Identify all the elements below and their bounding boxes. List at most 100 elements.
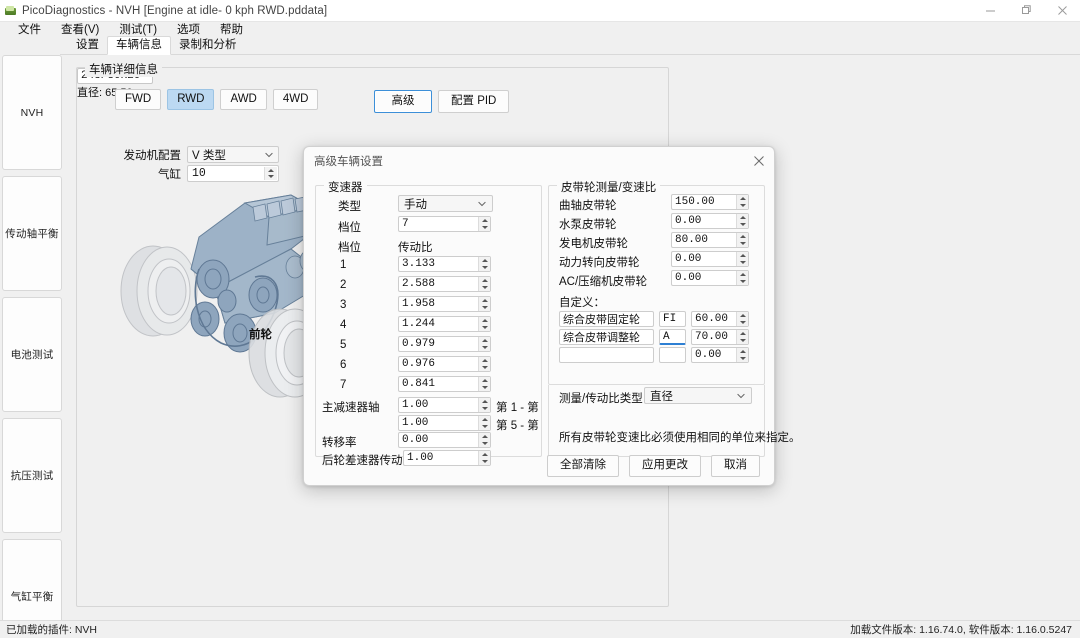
advanced-button[interactable]: 高级 xyxy=(374,90,432,113)
final-drive-field-2[interactable]: 1.00 xyxy=(398,415,491,431)
spinner-arrows[interactable] xyxy=(736,271,748,285)
spinner-down-icon[interactable] xyxy=(479,284,490,291)
spinner-down-icon[interactable] xyxy=(479,324,490,331)
spinner-up-icon[interactable] xyxy=(737,271,748,278)
spinner-up-icon[interactable] xyxy=(737,348,748,355)
spinner-down-icon[interactable] xyxy=(737,319,748,326)
custom-pulley-name-3[interactable] xyxy=(559,347,654,363)
tab-record-analyze[interactable]: 录制和分析 xyxy=(171,37,245,54)
spinner-arrows[interactable] xyxy=(736,330,748,344)
menu-help[interactable]: 帮助 xyxy=(210,22,253,38)
ratio-type-select[interactable]: 直径 xyxy=(644,387,752,404)
gear-count-spinner[interactable]: 7 xyxy=(398,216,491,232)
spinner-arrows[interactable] xyxy=(478,277,490,291)
drive-type-4wd-button[interactable]: 4WD xyxy=(272,89,319,110)
spinner-up-icon[interactable] xyxy=(479,357,490,364)
spinner-up-icon[interactable] xyxy=(479,317,490,324)
dialog-close-icon[interactable] xyxy=(744,147,774,175)
spinner-down-icon[interactable] xyxy=(737,355,748,362)
custom-pulley-code-3[interactable] xyxy=(659,347,686,363)
custom-pulley-code-2[interactable]: A xyxy=(659,329,686,345)
sidebar-item-battery-test[interactable]: 电池测试 xyxy=(2,297,62,412)
spinner-arrows[interactable] xyxy=(478,398,490,412)
spinner-up-icon[interactable] xyxy=(479,257,490,264)
water-pump-pulley-field[interactable]: 0.00 xyxy=(671,213,749,229)
gear-ratio-field-4[interactable]: 1.244 xyxy=(398,316,491,332)
spinner-up-icon[interactable] xyxy=(479,433,490,440)
spinner-up-icon[interactable] xyxy=(479,377,490,384)
menu-file[interactable]: 文件 xyxy=(8,22,51,38)
spinner-down-icon[interactable] xyxy=(737,240,748,247)
spinner-down-icon[interactable] xyxy=(737,221,748,228)
spinner-up-icon[interactable] xyxy=(479,277,490,284)
spinner-up-icon[interactable] xyxy=(737,214,748,221)
spinner-up-icon[interactable] xyxy=(737,330,748,337)
spinner-arrows[interactable] xyxy=(736,312,748,326)
spinner-arrows[interactable] xyxy=(736,195,748,209)
sidebar-item-nvh[interactable]: NVH xyxy=(2,55,62,170)
spinner-down-icon[interactable] xyxy=(737,202,748,209)
gear-ratio-field-5[interactable]: 0.979 xyxy=(398,336,491,352)
spinner-up-icon[interactable] xyxy=(737,252,748,259)
spinner-up-icon[interactable] xyxy=(737,312,748,319)
custom-pulley-name-2[interactable]: 综合皮带调整轮 xyxy=(559,329,654,345)
tab-vehicle-info[interactable]: 车辆信息 xyxy=(107,36,171,55)
drive-type-rwd-button[interactable]: RWD xyxy=(167,89,215,110)
spinner-up-icon[interactable] xyxy=(479,337,490,344)
engine-config-select[interactable]: V 类型 xyxy=(187,146,279,163)
crank-pulley-field[interactable]: 150.00 xyxy=(671,194,749,210)
close-icon[interactable] xyxy=(1044,0,1080,22)
spinner-up-icon[interactable] xyxy=(479,416,490,423)
spinner-down-icon[interactable] xyxy=(737,259,748,266)
spinner-up-icon[interactable] xyxy=(737,233,748,240)
alternator-pulley-field[interactable]: 80.00 xyxy=(671,232,749,248)
gear-ratio-field-7[interactable]: 0.841 xyxy=(398,376,491,392)
spinner-arrows[interactable] xyxy=(478,357,490,371)
spinner-up-icon[interactable] xyxy=(479,297,490,304)
cancel-button[interactable]: 取消 xyxy=(711,455,760,477)
configure-pid-button[interactable]: 配置 PID xyxy=(438,90,510,113)
ac-compressor-pulley-field[interactable]: 0.00 xyxy=(671,270,749,286)
spinner-down-icon[interactable] xyxy=(479,304,490,311)
spinner-arrows[interactable] xyxy=(478,297,490,311)
spinner-arrows[interactable] xyxy=(736,252,748,266)
spinner-down-icon[interactable] xyxy=(479,440,490,447)
spinner-arrows[interactable] xyxy=(736,348,748,362)
drive-type-awd-button[interactable]: AWD xyxy=(220,89,267,110)
gear-ratio-field-6[interactable]: 0.976 xyxy=(398,356,491,372)
gear-count-spinner-arrows[interactable] xyxy=(478,217,490,231)
spinner-up-icon[interactable] xyxy=(479,217,490,224)
spinner-down-icon[interactable] xyxy=(479,384,490,391)
power-steering-pulley-field[interactable]: 0.00 xyxy=(671,251,749,267)
drive-type-fwd-button[interactable]: FWD xyxy=(115,89,162,110)
spinner-down-icon[interactable] xyxy=(479,405,490,412)
spinner-arrows[interactable] xyxy=(736,233,748,247)
gear-ratio-field-1[interactable]: 3.133 xyxy=(398,256,491,272)
gear-ratio-field-2[interactable]: 2.588 xyxy=(398,276,491,292)
custom-pulley-code-1[interactable]: FI xyxy=(659,311,686,327)
menu-view[interactable]: 查看(V) xyxy=(51,22,109,38)
transfer-rate-field[interactable]: 0.00 xyxy=(398,432,491,448)
spinner-arrows[interactable] xyxy=(478,337,490,351)
spinner-arrows[interactable] xyxy=(478,257,490,271)
spinner-down-icon[interactable] xyxy=(479,264,490,271)
final-drive-field-1[interactable]: 1.00 xyxy=(398,397,491,413)
apply-changes-button[interactable]: 应用更改 xyxy=(629,455,701,477)
tab-settings[interactable]: 设置 xyxy=(68,37,107,54)
maximize-icon[interactable] xyxy=(1008,0,1044,22)
custom-pulley-value-field-1[interactable]: 60.00 xyxy=(691,311,749,327)
clear-all-button[interactable]: 全部清除 xyxy=(547,455,619,477)
minimize-icon[interactable] xyxy=(972,0,1008,22)
spinner-up-icon[interactable] xyxy=(737,195,748,202)
spinner-down-icon[interactable] xyxy=(479,423,490,430)
spinner-arrows[interactable] xyxy=(478,377,490,391)
transmission-type-select[interactable]: 手动 xyxy=(398,195,493,212)
spinner-down-icon[interactable] xyxy=(479,364,490,371)
menu-options[interactable]: 选项 xyxy=(167,22,210,38)
gear-ratio-field-3[interactable]: 1.958 xyxy=(398,296,491,312)
spinner-down-icon[interactable] xyxy=(479,224,490,231)
spinner-arrows[interactable] xyxy=(478,433,490,447)
spinner-down-icon[interactable] xyxy=(737,278,748,285)
custom-pulley-name-1[interactable]: 综合皮带固定轮 xyxy=(559,311,654,327)
sidebar-item-driveshaft-balance[interactable]: 传动轴平衡 xyxy=(2,176,62,291)
